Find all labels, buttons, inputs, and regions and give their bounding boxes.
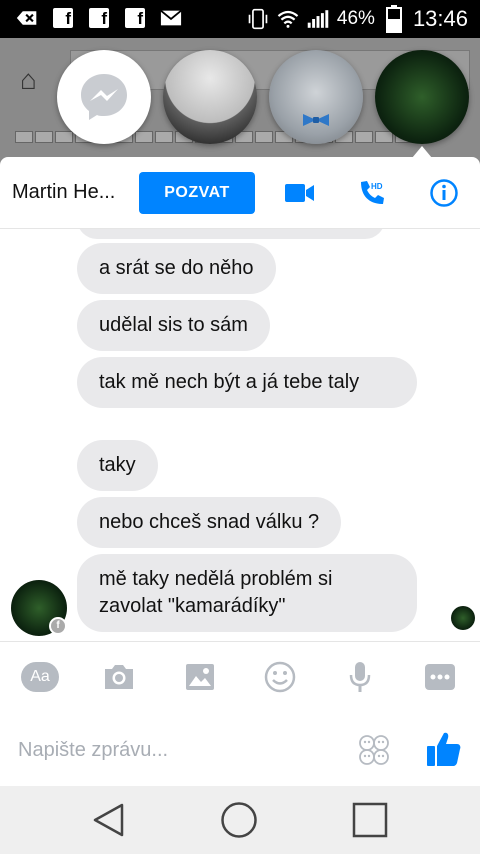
chat-head-avatar[interactable]: [269, 50, 363, 144]
emoji-icon[interactable]: [260, 657, 300, 697]
message-bubble: taky: [77, 440, 158, 491]
chat-head-avatar-active[interactable]: [375, 50, 469, 144]
gallery-icon[interactable]: [180, 657, 220, 697]
text-style-icon[interactable]: Aa: [20, 657, 60, 697]
message-input[interactable]: [18, 734, 338, 766]
back-nav-icon[interactable]: [88, 800, 128, 840]
facebook-icon: f: [124, 8, 146, 28]
message-bubble: mě taky nedělá problém si zavolat "kamar…: [77, 554, 417, 632]
battery-icon: [383, 5, 405, 33]
stickers-icon[interactable]: [358, 734, 390, 766]
info-icon[interactable]: [428, 177, 460, 209]
like-icon[interactable]: [426, 730, 462, 768]
composer-toolbar: Aa: [0, 657, 480, 701]
composer-divider: [0, 641, 480, 642]
more-icon[interactable]: [420, 657, 460, 697]
message-input-row: [0, 722, 480, 778]
home-nav-icon[interactable]: [219, 800, 259, 840]
back-icon: [16, 8, 38, 28]
invite-button[interactable]: POZVAT: [139, 172, 255, 214]
messenger-chat-head[interactable]: [57, 50, 151, 144]
message-bubble: [77, 229, 385, 239]
hd-call-icon[interactable]: HD: [356, 177, 388, 209]
facebook-badge-icon: f: [49, 617, 67, 635]
messenger-icon: [81, 74, 127, 120]
wifi-icon: [277, 9, 299, 29]
message-list[interactable]: a srát se do něho udělal sis to sám tak …: [0, 229, 480, 641]
message-bubble: tak mě nech být a já tebe taly: [77, 357, 417, 408]
facebook-icon: f: [88, 8, 110, 28]
chat-panel: Martin He... POZVAT HD a srát se do něho…: [0, 157, 480, 786]
vibrate-icon: [247, 8, 269, 30]
svg-text:HD: HD: [371, 182, 383, 191]
video-call-icon[interactable]: [284, 177, 316, 209]
camera-icon[interactable]: [99, 657, 139, 697]
message-bubble: a srát se do něho: [77, 243, 276, 294]
microphone-icon[interactable]: [340, 657, 380, 697]
signal-icon: [307, 9, 329, 29]
bowtie-icon: [303, 114, 329, 126]
clock: 13:46: [412, 6, 468, 31]
contact-name[interactable]: Martin He...: [12, 181, 122, 204]
message-bubble: nebo chceš snad válku ?: [77, 497, 342, 548]
battery-percent: 46%: [336, 8, 375, 29]
seen-indicator-avatar: [451, 606, 475, 630]
message-bubble: udělal sis to sám: [77, 300, 270, 351]
chat-head-avatar[interactable]: [163, 50, 257, 144]
mail-icon: [160, 8, 182, 28]
recents-nav-icon[interactable]: [350, 800, 390, 840]
navigation-bar: [0, 786, 480, 854]
facebook-icon: f: [52, 8, 74, 28]
status-bar: f f f 46% 13:46: [0, 0, 480, 38]
home-icon: ⌂: [20, 64, 37, 95]
chat-header: Martin He... POZVAT HD: [0, 157, 480, 229]
